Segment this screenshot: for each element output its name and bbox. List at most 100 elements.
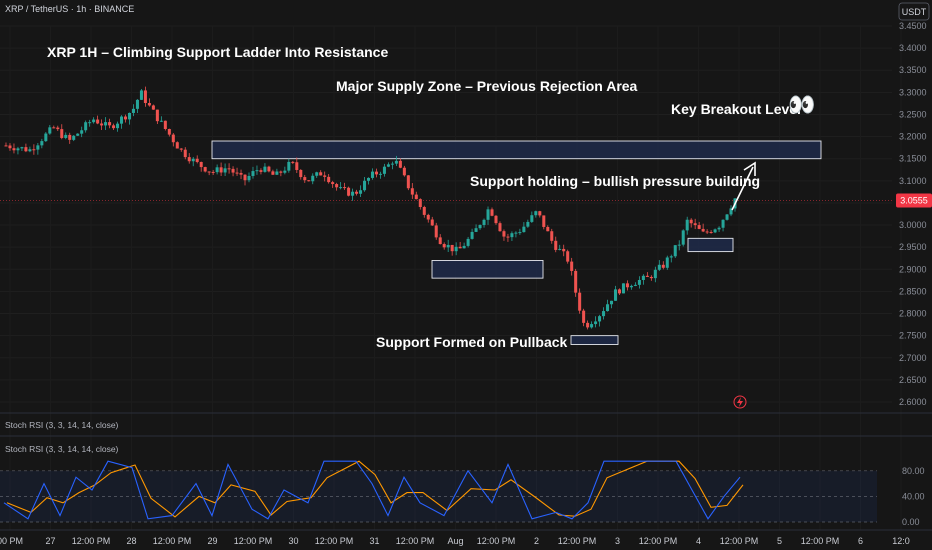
candle-body (287, 161, 291, 171)
candle-body (307, 180, 311, 182)
candle-body (339, 187, 343, 189)
stoch-tick-label: 40.00 (902, 491, 925, 501)
candle-body (566, 251, 570, 262)
time-tick-label: 00 PM (0, 536, 23, 546)
candle-body (235, 172, 239, 174)
candle-body (697, 225, 701, 229)
chart-title-annotation: XRP 1H – Climbing Support Ladder Into Re… (47, 44, 388, 60)
candle-body (657, 264, 661, 270)
candle-body (155, 109, 159, 122)
candle-body (8, 145, 12, 149)
candle-body (366, 177, 371, 181)
time-tick-label: 12:00 PM (396, 536, 435, 546)
time-tick-label: 12:00 PM (477, 536, 516, 546)
candle-body (251, 171, 255, 176)
candle-body (462, 245, 466, 249)
candle-body (291, 161, 295, 163)
candle-body (725, 214, 729, 220)
candle-body (398, 160, 402, 168)
candle-body (414, 194, 418, 200)
candle-body (347, 187, 351, 196)
candle-body (68, 134, 72, 140)
candle-body (104, 122, 108, 126)
candle-body (574, 270, 578, 293)
candle-body (426, 214, 430, 220)
candle-body (271, 171, 275, 175)
candle-body (299, 169, 303, 178)
candle-body (434, 225, 438, 238)
eyes-emoji: 👀 (788, 92, 815, 117)
candle-body (275, 171, 279, 175)
breakout-annotation: Key Breakout Level (671, 101, 801, 117)
candle-body (629, 285, 633, 288)
candle-body (84, 122, 88, 131)
candle-body (131, 108, 135, 113)
candle-body (211, 171, 215, 173)
candle-body (374, 171, 378, 175)
price-tick-label: 2.8500 (899, 286, 927, 296)
candle-body (139, 90, 143, 100)
zone-box[interactable] (687, 237, 734, 253)
candle-body (323, 175, 327, 177)
time-tick-label: 12:00 PM (153, 536, 192, 546)
candle-body (478, 224, 482, 229)
candle-body (147, 103, 151, 106)
price-tick-label: 3.4500 (899, 21, 927, 31)
last-price-value: 3.0555 (900, 196, 928, 206)
candle-body (598, 316, 602, 322)
candle-body (378, 173, 382, 175)
symbol-line: XRP / TetherUS · 1h · BINANCE (5, 4, 134, 14)
price-tick-label: 2.7500 (899, 331, 927, 341)
candle-body (594, 321, 598, 325)
time-tick-label: 4 (696, 536, 701, 546)
price-tick-label: 3.3500 (899, 65, 927, 75)
candle-body (382, 166, 386, 174)
candle-body (199, 161, 203, 168)
candle-body (167, 128, 171, 135)
candle-body (649, 276, 653, 279)
candle-body (665, 257, 669, 268)
candle-body (677, 244, 681, 246)
candle-body (458, 246, 462, 249)
chart-canvas[interactable]: 3.4500 3.4000 3.3500 3.3000 3.2500 3.2000 3.15… (0, 0, 932, 550)
zone-box[interactable] (570, 335, 619, 345)
candle-body (359, 190, 363, 194)
candle-body (243, 174, 247, 181)
price-tick-label: 3.1000 (899, 176, 927, 186)
candle-body (641, 275, 645, 280)
candle-body (673, 245, 677, 257)
time-tick-label: 12:00 PM (720, 536, 759, 546)
candle-body (255, 170, 259, 172)
candle-body (442, 244, 446, 248)
candle-body (171, 134, 175, 143)
candle-body (207, 171, 211, 173)
candle-body (526, 221, 530, 227)
time-tick-label: 6 (858, 536, 863, 546)
time-tick-label: 31 (369, 536, 379, 546)
candle-body (116, 123, 120, 129)
candle-body (498, 223, 502, 232)
candle-body (613, 289, 618, 301)
zone-box[interactable] (431, 259, 544, 279)
candle-body (64, 134, 68, 138)
candle-body (32, 149, 36, 151)
candle-body (685, 219, 689, 231)
candle-body (76, 133, 80, 136)
candle-body (522, 226, 526, 233)
candle-body (191, 158, 195, 162)
zone-box[interactable] (211, 140, 822, 160)
candle-body (159, 120, 163, 122)
candle-body (586, 322, 590, 328)
candle-body (486, 209, 490, 220)
time-tick-label: 12:00 PM (72, 536, 111, 546)
candle-body (494, 215, 498, 224)
candle-body (60, 129, 64, 138)
candle-body (406, 175, 410, 189)
time-tick-label: 12:00 PM (234, 536, 273, 546)
candle-body (705, 231, 709, 233)
candle-body (88, 122, 92, 124)
candle-body (721, 219, 725, 228)
price-tick-label: 3.1500 (899, 154, 927, 164)
candle-body (259, 170, 263, 172)
candle-body (669, 256, 673, 258)
